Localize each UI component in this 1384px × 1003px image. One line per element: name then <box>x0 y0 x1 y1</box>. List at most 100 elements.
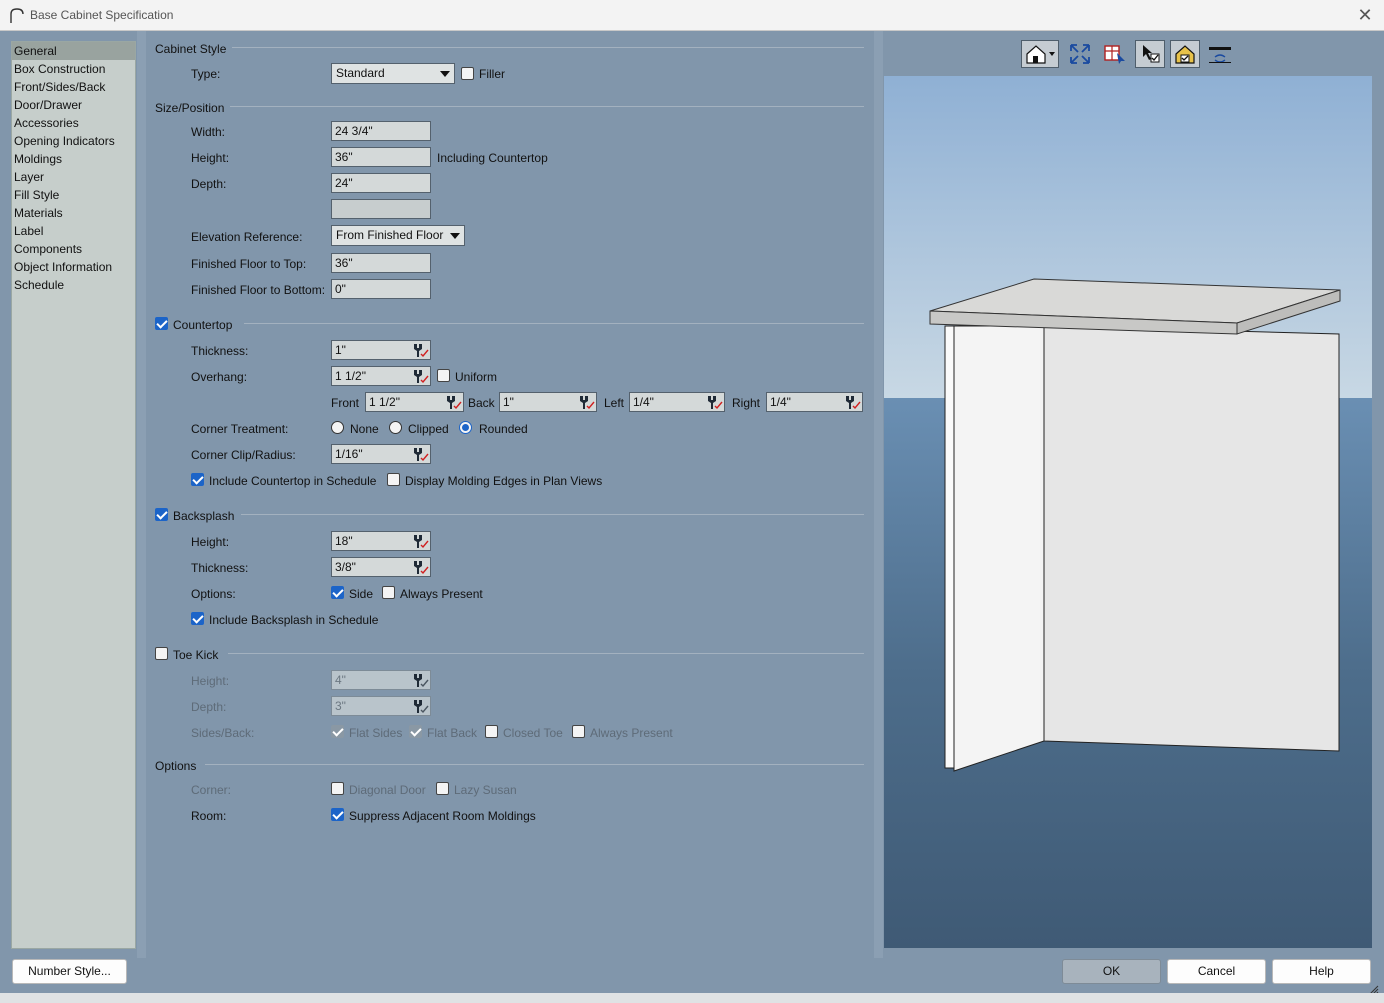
flat-sides-checkbox[interactable] <box>331 725 344 738</box>
height-note: Including Countertop <box>437 151 548 165</box>
select-objects-button[interactable] <box>1135 40 1165 68</box>
default-wrench-icon[interactable] <box>577 394 595 410</box>
fill-window-button[interactable] <box>1065 40 1095 68</box>
title-bar: Base Cabinet Specification ✕ <box>0 0 1384 31</box>
chevron-down-icon <box>450 233 460 239</box>
toe-kick-depth-input[interactable]: 3" <box>331 696 431 716</box>
backsplash-thickness-label: Thickness: <box>191 561 249 575</box>
default-wrench-icon[interactable] <box>411 368 429 384</box>
cabinet-3d-preview[interactable] <box>884 76 1372 948</box>
materials-button[interactable] <box>1100 40 1130 68</box>
section-divider <box>241 514 864 515</box>
corner-rounded-label: Rounded <box>479 422 528 436</box>
toe-kick-checkbox[interactable] <box>155 647 168 660</box>
chevron-down-icon <box>440 71 450 77</box>
elevation-reference-select[interactable]: From Finished Floor <box>331 225 465 246</box>
nav-item-accessories[interactable]: Accessories <box>12 114 135 132</box>
right-splitter[interactable] <box>874 31 883 958</box>
close-icon[interactable]: ✕ <box>1354 4 1376 26</box>
countertop-checkbox[interactable] <box>155 317 168 330</box>
toe-always-present-label: Always Present <box>590 726 673 740</box>
left-overhang-input[interactable]: 1/4" <box>629 392 725 412</box>
blank-input[interactable] <box>331 199 431 219</box>
backsplash-thickness-input[interactable]: 3/8" <box>331 557 431 577</box>
diagonal-door-checkbox[interactable] <box>331 782 344 795</box>
default-wrench-icon[interactable] <box>411 533 429 549</box>
nav-item-layer[interactable]: Layer <box>12 168 135 186</box>
corner-clip-input[interactable]: 1/16" <box>331 444 431 464</box>
back-label: Back <box>468 396 495 410</box>
toe-always-present-checkbox[interactable] <box>572 725 585 738</box>
corner-clipped-radio[interactable] <box>389 421 402 434</box>
nav-item-opening-indicators[interactable]: Opening Indicators <box>12 132 135 150</box>
default-wrench-icon[interactable] <box>843 394 861 410</box>
camera-view-button[interactable] <box>1021 40 1059 68</box>
display-toggle-button[interactable] <box>1205 40 1235 68</box>
back-overhang-input[interactable]: 1" <box>499 392 597 412</box>
default-wrench-icon[interactable] <box>705 394 723 410</box>
countertop-thickness-label: Thickness: <box>191 344 249 358</box>
molding-edges-checkbox[interactable] <box>387 473 400 486</box>
right-overhang-input[interactable]: 1/4" <box>766 392 863 412</box>
flat-back-checkbox[interactable] <box>409 725 422 738</box>
nav-item-label[interactable]: Label <box>12 222 135 240</box>
overhang-input[interactable]: 1 1/2" <box>331 366 431 386</box>
include-backsplash-checkbox[interactable] <box>191 612 204 625</box>
suppress-moldings-checkbox[interactable] <box>331 808 344 821</box>
uniform-checkbox[interactable] <box>437 369 450 382</box>
width-input[interactable]: 24 3/4" <box>331 121 431 141</box>
default-wrench-icon[interactable] <box>411 559 429 575</box>
closed-toe-checkbox[interactable] <box>485 725 498 738</box>
width-label: Width: <box>191 125 226 139</box>
nav-item-general[interactable]: General <box>12 42 135 60</box>
room-label: Room: <box>191 809 227 823</box>
section-divider <box>244 323 864 324</box>
always-present-checkbox[interactable] <box>382 586 395 599</box>
side-checkbox[interactable] <box>331 586 344 599</box>
include-countertop-checkbox[interactable] <box>191 473 204 486</box>
nav-item-front-sides-back[interactable]: Front/Sides/Back <box>12 78 135 96</box>
default-wrench-icon <box>414 674 429 688</box>
nav-item-fill-style[interactable]: Fill Style <box>12 186 135 204</box>
countertop-thickness-input[interactable]: 1" <box>331 340 431 360</box>
default-wrench-icon[interactable] <box>411 342 429 358</box>
section-divider <box>230 106 864 107</box>
number-style-button[interactable]: Number Style... <box>12 959 127 984</box>
window-title: Base Cabinet Specification <box>30 8 174 22</box>
filler-label: Filler <box>479 67 505 81</box>
nav-item-object-information[interactable]: Object Information <box>12 258 135 276</box>
height-input[interactable]: 36" <box>331 147 431 167</box>
type-select[interactable]: Standard <box>331 63 455 84</box>
backsplash-height-input[interactable]: 18" <box>331 531 431 551</box>
elevation-reference-label: Elevation Reference: <box>191 230 303 244</box>
toe-kick-height-input[interactable]: 4" <box>331 670 431 690</box>
ff-top-input[interactable]: 36" <box>331 253 431 273</box>
left-overhang-value: 1/4" <box>633 395 654 409</box>
nav-item-components[interactable]: Components <box>12 240 135 258</box>
nav-item-box-construction[interactable]: Box Construction <box>12 60 135 78</box>
nav-item-materials[interactable]: Materials <box>12 204 135 222</box>
backsplash-checkbox[interactable] <box>155 508 168 521</box>
nav-item-moldings[interactable]: Moldings <box>12 150 135 168</box>
corner-none-radio[interactable] <box>331 421 344 434</box>
nav-item-door-drawer[interactable]: Door/Drawer <box>12 96 135 114</box>
section-options: Options <box>155 759 197 773</box>
lazy-susan-checkbox[interactable] <box>436 782 449 795</box>
corner-rounded-radio[interactable] <box>459 421 472 434</box>
house-check-button[interactable] <box>1170 40 1200 68</box>
section-divider <box>232 47 864 48</box>
include-countertop-label: Include Countertop in Schedule <box>209 474 377 488</box>
default-wrench-icon[interactable] <box>411 446 429 462</box>
filler-checkbox[interactable] <box>461 67 474 80</box>
help-button[interactable]: Help <box>1272 959 1371 984</box>
default-wrench-icon[interactable] <box>444 394 462 410</box>
ok-button[interactable]: OK <box>1062 959 1161 984</box>
ff-bottom-input[interactable]: 0" <box>331 279 431 299</box>
general-form: Cabinet Style Type: Standard Filler Size… <box>146 31 873 958</box>
front-overhang-input[interactable]: 1 1/2" <box>365 392 464 412</box>
dialog-client: General Box Construction Front/Sides/Bac… <box>0 31 1384 1003</box>
cancel-button[interactable]: Cancel <box>1167 959 1266 984</box>
depth-input[interactable]: 24" <box>331 173 431 193</box>
nav-item-schedule[interactable]: Schedule <box>12 276 135 294</box>
left-splitter[interactable] <box>137 31 146 958</box>
